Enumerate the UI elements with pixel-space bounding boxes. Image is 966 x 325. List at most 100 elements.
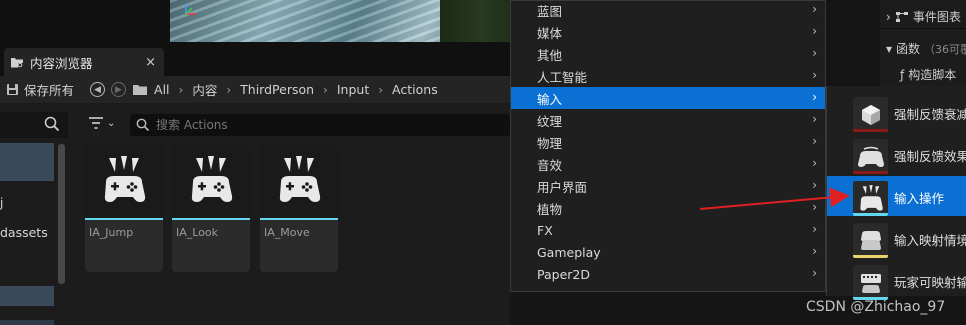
collapse-arrow-icon[interactable]: ▾ <box>886 42 892 56</box>
tree-item[interactable] <box>0 286 54 306</box>
player-mappable-input-icon <box>853 265 888 300</box>
asset-search-box[interactable] <box>130 114 510 136</box>
submenu-item-force-feedback-effect[interactable]: 强制反馈效果 <box>827 134 966 174</box>
asset-tile[interactable]: IA_Look <box>172 144 250 272</box>
content-browser-toolbar: 保存所有 ◀ ▶ All › 内容 › ThirdPerson › Input … <box>0 76 510 104</box>
level-viewport[interactable] <box>170 0 510 42</box>
input-mapping-context-icon <box>853 223 888 258</box>
submenu-item-label: 玩家可映射输 <box>894 275 966 290</box>
tab-content-browser[interactable]: 内容浏览器 × <box>4 48 164 76</box>
input-action-icon <box>853 181 888 216</box>
asset-tile[interactable]: IA_Move <box>260 144 338 272</box>
menu-item-physics[interactable]: 物理 › <box>511 131 825 153</box>
force-feedback-effect-icon <box>853 139 888 174</box>
asset-thumbnail <box>172 144 250 218</box>
asset-tile[interactable]: IA_Jump <box>85 144 163 272</box>
asset-thumbnail <box>85 144 163 218</box>
gamepad-action-icon <box>279 156 321 202</box>
filter-icon <box>89 117 103 129</box>
menu-item-ai[interactable]: 人工智能 › <box>511 65 825 87</box>
submenu-item-player-mappable[interactable]: 玩家可映射输 <box>827 260 966 300</box>
breadcrumb-all[interactable]: All <box>154 82 170 97</box>
force-feedback-attenuation-icon <box>853 97 888 132</box>
tree-search[interactable] <box>0 112 68 138</box>
menu-item-label: 媒体 <box>537 25 563 41</box>
chevron-down-icon: ⌄ <box>107 117 116 129</box>
event-graph-row[interactable]: › 事件图表 <box>886 8 961 25</box>
chevron-right-icon: › <box>812 68 817 82</box>
folder-tab-icon <box>11 58 23 68</box>
save-all-button[interactable]: 保存所有 <box>6 80 74 99</box>
menu-item-blueprint[interactable]: 蓝图 › <box>511 0 825 21</box>
submenu-item-input-action[interactable]: 输入操作 <box>827 176 966 216</box>
chevron-right-icon: › <box>812 200 817 214</box>
filter-button[interactable]: ⌄ <box>88 116 115 130</box>
breadcrumb-input[interactable]: Input <box>337 82 369 97</box>
breadcrumb-separator-icon: › <box>323 82 328 97</box>
menu-item-label: 蓝图 <box>537 3 563 19</box>
asset-type-bar <box>172 218 250 220</box>
menu-item-sound[interactable]: 音效 › <box>511 153 825 175</box>
chevron-right-icon: › <box>812 46 817 60</box>
graph-icon <box>895 11 908 22</box>
close-icon[interactable]: × <box>145 55 156 70</box>
tree-item-selected[interactable] <box>0 143 54 181</box>
submenu-item-label: 强制反馈衰减 <box>894 107 966 122</box>
menu-item-label: 音效 <box>537 157 563 173</box>
menu-item-user-interface[interactable]: 用户界面 › <box>511 175 825 197</box>
chevron-right-icon: › <box>812 244 817 258</box>
construction-script-row[interactable]: ƒ 构造脚本 <box>900 66 956 83</box>
event-graph-label: 事件图表 <box>912 10 961 24</box>
menu-item-texture[interactable]: 纹理 › <box>511 109 825 131</box>
menu-item-fx[interactable]: FX › <box>511 219 825 241</box>
asset-thumbnail <box>260 144 338 218</box>
menu-item-foliage[interactable]: 植物 › <box>511 197 825 219</box>
chevron-right-icon: › <box>812 2 817 16</box>
functions-label: 函数 <box>896 42 921 56</box>
asset-name: IA_Look <box>176 226 219 239</box>
chevron-right-icon: › <box>812 112 817 126</box>
breadcrumb-actions[interactable]: Actions <box>392 82 438 97</box>
functions-row[interactable]: ▾ 函数 （36可覆 <box>886 40 966 57</box>
save-all-label: 保存所有 <box>24 83 75 98</box>
menu-item-label: FX <box>537 222 553 238</box>
forward-arrow-icon[interactable]: ▶ <box>111 82 127 97</box>
breadcrumb-separator-icon: › <box>178 82 184 97</box>
chevron-right-icon: › <box>812 90 817 104</box>
menu-item-paper2d[interactable]: Paper2D › <box>511 263 825 285</box>
menu-item-input[interactable]: 输入 › <box>511 87 825 109</box>
menu-item-label: Gameplay <box>537 244 601 260</box>
gamepad-action-icon <box>191 156 233 202</box>
breadcrumb-thirdperson[interactable]: ThirdPerson <box>240 82 314 97</box>
tree-item-label[interactable]: j <box>0 196 3 210</box>
folder-tree-panel: j dassets <box>0 104 68 325</box>
breadcrumb-content[interactable]: 内容 <box>192 80 217 99</box>
details-panel: › 事件图表 ▾ 函数 （36可覆 ƒ 构造脚本 <box>880 0 966 86</box>
tree-item[interactable] <box>0 320 54 325</box>
chevron-right-icon: › <box>812 222 817 236</box>
search-icon[interactable] <box>44 116 60 132</box>
chevron-right-icon: › <box>812 156 817 170</box>
menu-item-label: 人工智能 <box>537 69 588 85</box>
tree-scrollbar[interactable] <box>58 144 65 284</box>
expand-arrow-icon[interactable]: › <box>886 10 891 24</box>
tree-item-label[interactable]: dassets <box>0 225 48 240</box>
top-left-panel <box>0 0 170 42</box>
menu-item-misc[interactable]: 其他 › <box>511 43 825 65</box>
axis-gizmo-icon <box>185 4 196 15</box>
asset-view: ⌄ IA_Jump <box>68 104 510 325</box>
breadcrumb-separator-icon: › <box>378 82 384 97</box>
search-icon <box>136 118 150 132</box>
menu-item-gameplay[interactable]: Gameplay › <box>511 241 825 263</box>
chevron-right-icon: › <box>812 178 817 192</box>
menu-item-media[interactable]: 媒体 › <box>511 21 825 43</box>
submenu-item-force-feedback-attenuation[interactable]: 强制反馈衰减 <box>827 92 966 132</box>
asset-type-underline <box>853 213 888 216</box>
submenu-item-input-mapping-context[interactable]: 输入映射情境 <box>827 218 966 258</box>
gamepad-action-icon <box>104 156 146 202</box>
divider <box>880 28 966 29</box>
back-arrow-icon[interactable]: ◀ <box>90 82 106 97</box>
asset-search-input[interactable] <box>156 118 456 132</box>
asset-name: IA_Move <box>264 226 310 239</box>
menu-item-label: Paper2D <box>537 266 590 282</box>
